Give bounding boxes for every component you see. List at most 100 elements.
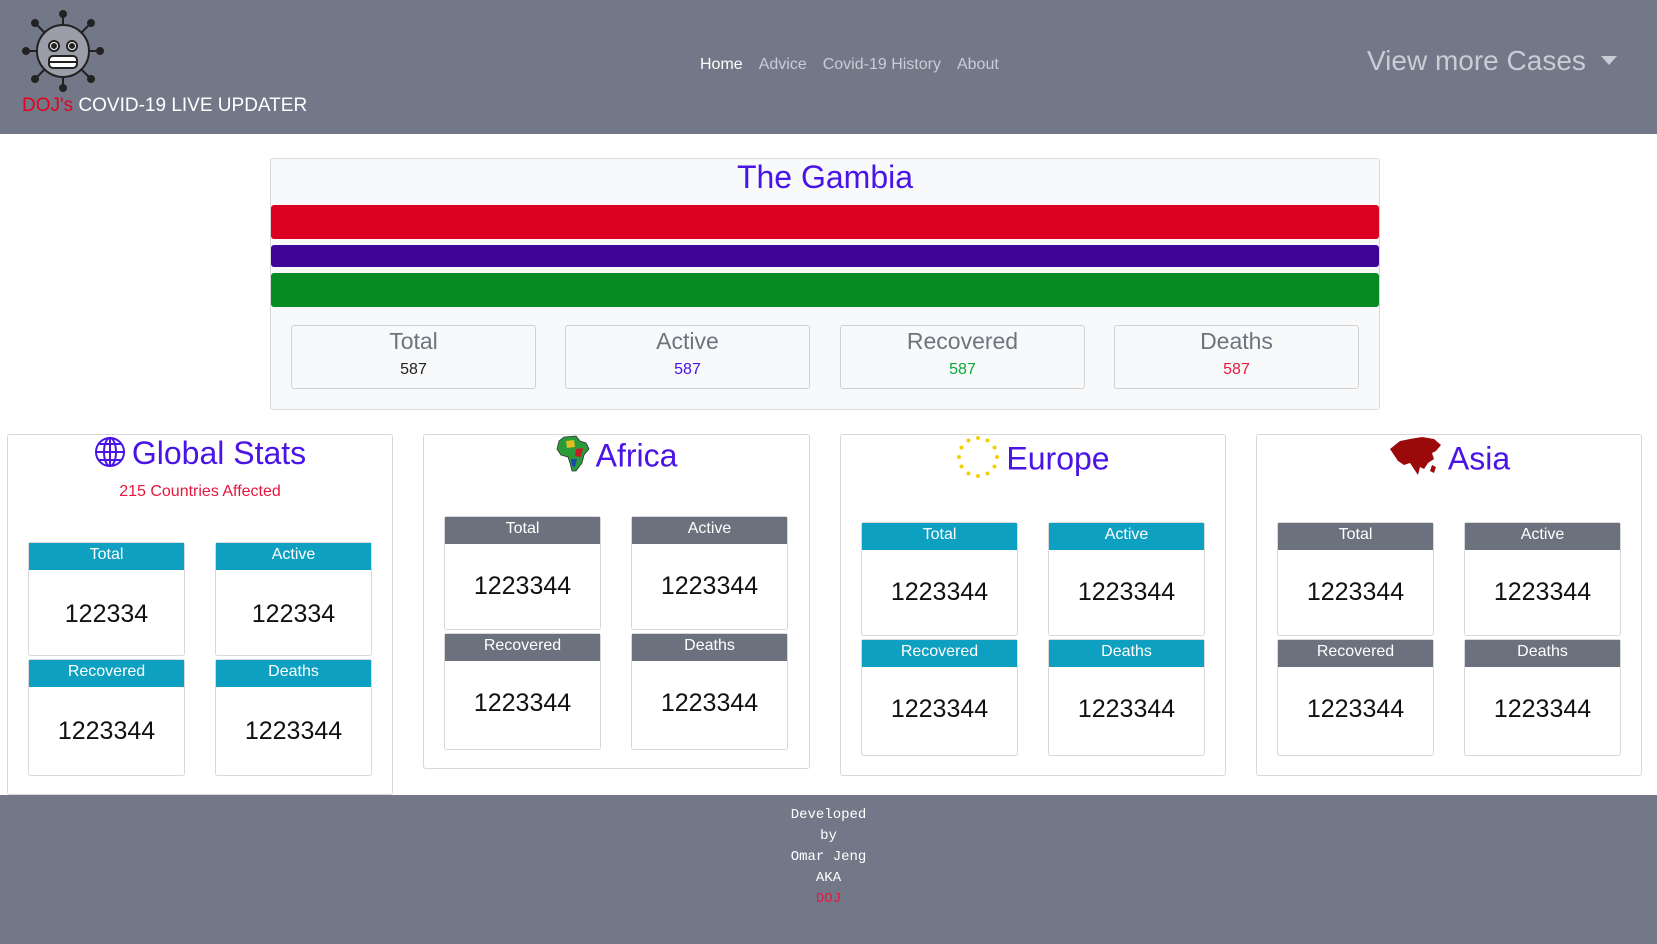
country-stat-deaths: Deaths 587 [1114,325,1359,389]
globe-icon [94,436,126,476]
stat-box-active: Active 1223344 [1048,522,1205,636]
stat-box-active: Active 122334 [215,542,372,656]
stat-box-recovered: Recovered 1223344 [861,639,1018,756]
developer-credit: Developed by Omar Jeng AKA DOJ [0,805,1657,910]
region-title-global: Global Stats [8,435,392,476]
region-title-text: Asia [1447,440,1511,477]
region-title-europe: Europe [841,435,1225,487]
stat-box-label: Total [29,543,184,570]
stat-box-value: 1223344 [1493,695,1592,723]
region-title-asia: Asia [1257,435,1641,487]
stat-box-value: 1223344 [57,717,156,745]
stat-box-deaths: Deaths 1223344 [1464,639,1621,756]
countries-affected-text: 215 Countries Affected [119,483,281,500]
footer-line: Developed [790,807,867,823]
flag-stripe-blue [271,245,1379,267]
brand-title[interactable]: DOJ's COVID-19 LIVE UPDATER [22,95,307,117]
stat-box-label: Total [1278,523,1433,550]
country-card: The Gambia Total 587 Active 587 Recovere… [270,158,1380,410]
stat-box-value: 1223344 [473,572,572,600]
region-title-text: Africa [595,437,678,474]
stat-box-label: Total [445,517,600,544]
chevron-down-icon[interactable] [1601,56,1617,65]
footer-line: Omar Jeng [790,849,867,865]
stat-box-label: Deaths [1049,640,1204,667]
stat-box-total: Total 122334 [28,542,185,656]
eu-stars-icon [956,435,1000,487]
stat-box-value: 1223344 [1493,578,1592,606]
nav-covid-history[interactable]: Covid-19 History [823,56,941,74]
stat-box-label: Recovered [29,660,184,687]
region-title-africa: Africa [424,435,809,481]
brand-suffix: COVID-19 LIVE UPDATER [73,95,308,116]
stat-box-value: 122334 [64,600,149,628]
stat-box-value: 1223344 [890,695,989,723]
brand-prefix: DOJ's [22,95,74,116]
region-card-global: Global Stats 215 Countries Affected Tota… [7,434,393,795]
region-title-text: Europe [1006,440,1110,477]
stat-box-label: Recovered [445,634,600,661]
stat-value: 587 [1223,361,1250,378]
region-title-text: Global Stats [131,435,307,471]
stat-label: Total [389,328,438,354]
stat-value: 587 [949,361,976,378]
country-stat-total: Total 587 [291,325,536,389]
stat-box-value: 1223344 [890,578,989,606]
stat-box-recovered: Recovered 1223344 [444,633,601,750]
country-title: The Gambia [736,159,914,195]
region-card-africa: Africa Total 1223344 Active 1223344 Reco… [423,434,810,769]
stat-box-value: 1223344 [473,689,572,717]
region-card-asia: Asia Total 1223344 Active 1223344 Recove… [1256,434,1642,776]
nav-about[interactable]: About [957,56,999,74]
stat-value: 587 [400,361,427,378]
stat-box-value: 1223344 [1306,578,1405,606]
stat-label: Deaths [1200,328,1273,354]
stat-box-deaths: Deaths 1223344 [631,633,788,750]
stat-box-label: Deaths [632,634,787,661]
africa-map-icon [556,435,590,481]
footer-line: AKA [815,870,842,886]
stat-box-label: Deaths [216,660,371,687]
stat-box-label: Active [1465,523,1620,550]
flag-stripe-red [271,205,1379,239]
asia-map-icon [1388,435,1442,487]
stat-box-active: Active 1223344 [631,516,788,630]
stat-label: Recovered [906,328,1019,354]
country-stat-recovered: Recovered 587 [840,325,1085,389]
footer-line: by [820,828,837,844]
stat-box-label: Active [1049,523,1204,550]
stat-label: Active [656,328,719,354]
country-stat-active: Active 587 [565,325,810,389]
stat-box-value: 1223344 [244,717,343,745]
stat-box-label: Recovered [1278,640,1433,667]
nav-advice[interactable]: Advice [759,56,807,74]
nav-links: Home Advice Covid-19 History About [700,56,1015,74]
stat-box-value: 1223344 [1077,578,1176,606]
stat-box-recovered: Recovered 1223344 [28,659,185,776]
stat-value: 587 [674,361,701,378]
stat-box-deaths: Deaths 1223344 [215,659,372,776]
stat-box-label: Active [216,543,371,570]
stat-box-label: Total [862,523,1017,550]
stat-box-total: Total 1223344 [861,522,1018,636]
nav-home[interactable]: Home [700,56,743,74]
stat-box-recovered: Recovered 1223344 [1277,639,1434,756]
stat-box-value: 122334 [251,600,336,628]
stat-box-deaths: Deaths 1223344 [1048,639,1205,756]
stat-box-active: Active 1223344 [1464,522,1621,636]
stat-box-value: 1223344 [1077,695,1176,723]
stat-box-value: 1223344 [1306,695,1405,723]
footer: Developed by Omar Jeng AKA DOJ [0,795,1657,944]
flag-stripe-green [271,273,1379,307]
stat-box-label: Active [632,517,787,544]
stat-box-label: Recovered [862,640,1017,667]
stat-box-label: Deaths [1465,640,1620,667]
view-more-cases-dropdown[interactable]: View more Cases [1367,45,1586,77]
region-card-europe: Europe Total 1223344 Active 1223344 Reco… [840,434,1226,776]
coronavirus-logo-icon[interactable] [22,10,104,92]
stat-box-total: Total 1223344 [1277,522,1434,636]
navbar: DOJ's COVID-19 LIVE UPDATER Home Advice … [0,0,1657,134]
stat-box-value: 1223344 [660,689,759,717]
stat-box-value: 1223344 [660,572,759,600]
footer-signature: DOJ [815,891,842,907]
